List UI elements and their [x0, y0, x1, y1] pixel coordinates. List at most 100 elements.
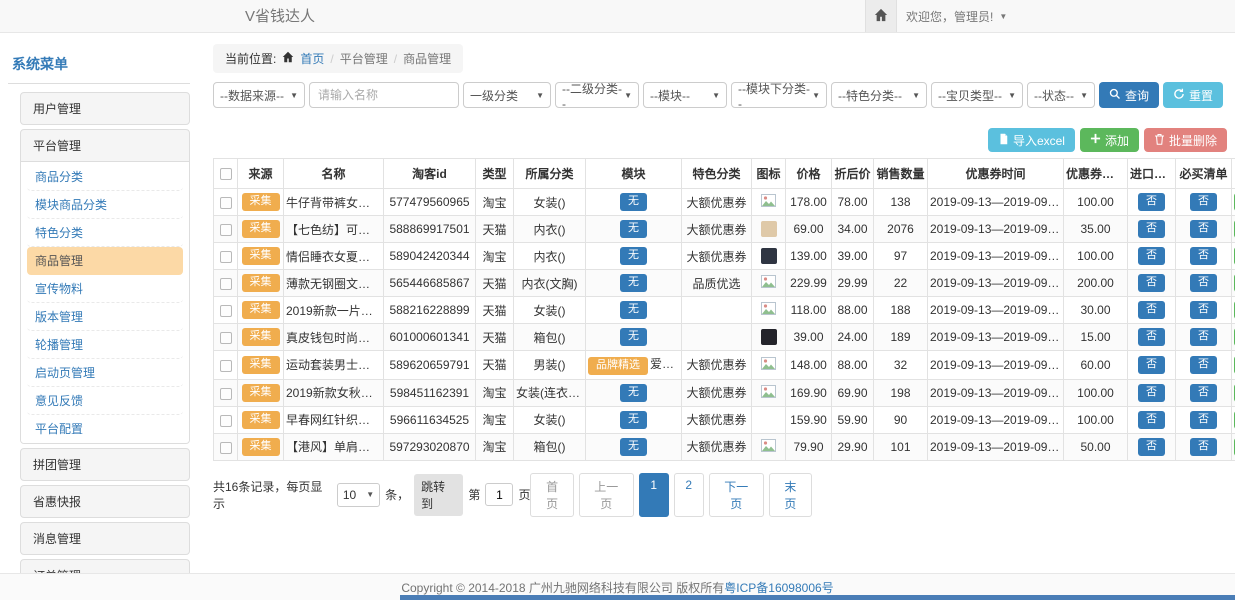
- sidebar-item[interactable]: 宣传物料: [27, 275, 183, 303]
- sidebar-group-header[interactable]: 省惠快报: [21, 486, 189, 517]
- sidebar-group-header[interactable]: 用户管理: [21, 93, 189, 124]
- source-badge[interactable]: 采集: [242, 301, 280, 319]
- module-badge[interactable]: 无: [620, 301, 647, 319]
- import-pick-toggle[interactable]: 否: [1138, 220, 1165, 238]
- user-menu[interactable]: 欢迎您，管理员! ▼: [906, 0, 1007, 32]
- filter-select[interactable]: --模块--▼: [643, 82, 727, 108]
- page-button[interactable]: 首页: [530, 473, 573, 517]
- checkbox[interactable]: [220, 197, 232, 209]
- import-pick-toggle[interactable]: 否: [1138, 301, 1165, 319]
- page-number-input[interactable]: [485, 483, 513, 506]
- checkbox[interactable]: [220, 388, 232, 400]
- sidebar-item[interactable]: 商品分类: [27, 163, 183, 191]
- module-badge[interactable]: 无: [620, 411, 647, 429]
- cell-must-buy: 否: [1176, 297, 1232, 324]
- source-badge[interactable]: 采集: [242, 384, 280, 402]
- import-excel-button[interactable]: 导入excel: [988, 128, 1075, 152]
- reset-button[interactable]: 重置: [1163, 82, 1223, 108]
- module-badge[interactable]: 无: [620, 384, 647, 402]
- checkbox[interactable]: [220, 442, 232, 454]
- filter-select[interactable]: --特色分类--▼: [831, 82, 927, 108]
- sidebar-group-header[interactable]: 平台管理: [21, 130, 189, 161]
- module-badge[interactable]: 无: [620, 247, 647, 265]
- import-pick-toggle[interactable]: 否: [1138, 274, 1165, 292]
- batch-delete-button[interactable]: 批量删除: [1144, 128, 1227, 152]
- search-button[interactable]: 查询: [1099, 82, 1159, 108]
- sidebar-item[interactable]: 轮播管理: [27, 331, 183, 359]
- sidebar-item[interactable]: 模块商品分类: [27, 191, 183, 219]
- must-buy-toggle[interactable]: 否: [1190, 411, 1217, 429]
- module-badge[interactable]: 无: [620, 193, 647, 211]
- page-button[interactable]: 1: [639, 473, 669, 517]
- must-buy-toggle[interactable]: 否: [1190, 247, 1217, 265]
- page-button[interactable]: 上一页: [579, 473, 634, 517]
- source-badge[interactable]: 采集: [242, 411, 280, 429]
- import-pick-toggle[interactable]: 否: [1138, 328, 1165, 346]
- page-button[interactable]: 末页: [769, 473, 812, 517]
- data-source-select[interactable]: --数据来源-- ▼: [213, 82, 305, 108]
- sidebar-item[interactable]: 平台配置: [27, 415, 183, 442]
- source-badge[interactable]: 采集: [242, 247, 280, 265]
- cell-source: 采集: [238, 216, 284, 243]
- per-page-select[interactable]: 10 ▼: [337, 483, 380, 507]
- must-buy-toggle[interactable]: 否: [1190, 384, 1217, 402]
- import-pick-toggle[interactable]: 否: [1138, 247, 1165, 265]
- module-badge[interactable]: 无: [620, 274, 647, 292]
- checkbox[interactable]: [220, 278, 232, 290]
- must-buy-toggle[interactable]: 否: [1190, 274, 1217, 292]
- import-pick-toggle[interactable]: 否: [1138, 193, 1165, 211]
- sidebar-group-header[interactable]: 消息管理: [21, 523, 189, 554]
- must-buy-toggle[interactable]: 否: [1190, 220, 1217, 238]
- cell-source: 采集: [238, 379, 284, 406]
- add-button[interactable]: 添加: [1080, 128, 1139, 152]
- source-badge[interactable]: 采集: [242, 220, 280, 238]
- filter-select[interactable]: --模块下分类--▼: [731, 82, 827, 108]
- sidebar-group-header[interactable]: 拼团管理: [21, 449, 189, 480]
- source-badge[interactable]: 采集: [242, 356, 280, 374]
- must-buy-toggle[interactable]: 否: [1190, 438, 1217, 456]
- toolbar: 导入excel 添加 批量删除: [213, 128, 1227, 152]
- checkbox[interactable]: [220, 224, 232, 236]
- checkbox[interactable]: [220, 168, 232, 180]
- import-pick-toggle[interactable]: 否: [1138, 438, 1165, 456]
- filter-select[interactable]: --二级分类--▼: [555, 82, 639, 108]
- sidebar-item[interactable]: 启动页管理: [27, 359, 183, 387]
- import-pick-toggle[interactable]: 否: [1138, 384, 1165, 402]
- module-badge[interactable]: 无: [620, 220, 647, 238]
- import-pick-toggle[interactable]: 否: [1138, 356, 1165, 374]
- module-badge[interactable]: 无: [620, 438, 647, 456]
- must-buy-toggle[interactable]: 否: [1190, 356, 1217, 374]
- icp-link[interactable]: 粤ICP备16098006号: [724, 579, 833, 596]
- sidebar-item[interactable]: 特色分类: [27, 219, 183, 247]
- cell-coupon-time: 2019-09-13—2019-09-17: [928, 270, 1064, 297]
- filter-select[interactable]: --状态--▼: [1027, 82, 1095, 108]
- must-buy-toggle[interactable]: 否: [1190, 301, 1217, 319]
- sidebar-item[interactable]: 商品管理: [27, 247, 183, 275]
- home-button[interactable]: [865, 0, 897, 32]
- must-buy-toggle[interactable]: 否: [1190, 328, 1217, 346]
- name-search-input[interactable]: [309, 82, 459, 108]
- module-badge[interactable]: 无: [620, 328, 647, 346]
- breadcrumb-home-link[interactable]: 首页: [300, 50, 324, 67]
- filter-select[interactable]: 一级分类▼: [463, 82, 551, 108]
- source-badge[interactable]: 采集: [242, 193, 280, 211]
- checkbox[interactable]: [220, 305, 232, 317]
- source-badge[interactable]: 采集: [242, 274, 280, 292]
- source-badge[interactable]: 采集: [242, 438, 280, 456]
- page-button[interactable]: 下一页: [709, 473, 764, 517]
- sidebar-item[interactable]: 版本管理: [27, 303, 183, 331]
- module-badge[interactable]: 品牌精选: [588, 357, 648, 375]
- import-pick-toggle[interactable]: 否: [1138, 411, 1165, 429]
- page-button[interactable]: 2: [674, 473, 704, 517]
- breadcrumb-item: 平台管理: [340, 50, 388, 67]
- checkbox[interactable]: [220, 251, 232, 263]
- source-badge[interactable]: 采集: [242, 328, 280, 346]
- checkbox[interactable]: [220, 360, 232, 372]
- column-header: 名称: [284, 159, 384, 189]
- sidebar-item[interactable]: 意见反馈: [27, 387, 183, 415]
- must-buy-toggle[interactable]: 否: [1190, 193, 1217, 211]
- jump-button[interactable]: 跳转到: [414, 474, 463, 516]
- filter-select[interactable]: --宝贝类型--▼: [931, 82, 1023, 108]
- checkbox[interactable]: [220, 415, 232, 427]
- checkbox[interactable]: [220, 332, 232, 344]
